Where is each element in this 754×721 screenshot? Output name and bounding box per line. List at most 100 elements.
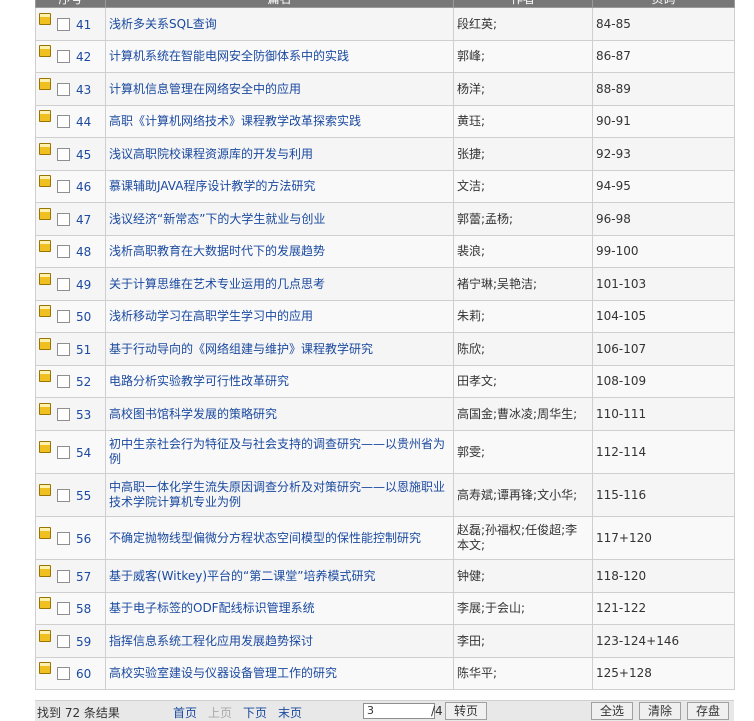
row-number: 56 bbox=[76, 531, 92, 546]
page-number-input[interactable]: 3 bbox=[363, 703, 435, 719]
row-author-cell: 高寿斌;谭再锋;文小华; bbox=[453, 473, 593, 517]
article-title-link[interactable]: 浅议高职院校课程资源库的开发与利用 bbox=[109, 147, 313, 161]
article-title-link[interactable]: 基于行动导向的《网络组建与维护》课程教学研究 bbox=[109, 342, 373, 356]
article-title-link[interactable]: 基于电子标签的ODF配线标识管理系统 bbox=[109, 601, 315, 615]
row-index-cell: 56 bbox=[35, 516, 106, 560]
row-index-cell: 41 bbox=[35, 7, 106, 41]
document-icon[interactable] bbox=[39, 77, 51, 90]
row-number: 44 bbox=[76, 115, 92, 129]
document-icon[interactable] bbox=[39, 526, 51, 539]
document-icon[interactable] bbox=[39, 483, 51, 496]
row-checkbox[interactable] bbox=[57, 115, 70, 128]
row-checkbox[interactable] bbox=[57, 569, 70, 583]
row-index-cell: 50 bbox=[35, 300, 106, 333]
row-checkbox[interactable] bbox=[57, 212, 70, 226]
row-checkbox[interactable] bbox=[57, 667, 70, 680]
row-author-cell: 黄珏; bbox=[453, 105, 593, 138]
row-pages-cell: 94-95 bbox=[592, 170, 735, 203]
row-checkbox[interactable] bbox=[57, 147, 70, 161]
row-number: 53 bbox=[76, 407, 92, 422]
article-title-link[interactable]: 电路分析实验教学可行性改革研究 bbox=[109, 374, 289, 388]
row-author-cell: 陈华平; bbox=[453, 657, 593, 690]
article-title-link[interactable]: 计算机信息管理在网络安全中的应用 bbox=[109, 82, 301, 96]
article-title-link[interactable]: 慕课辅助JAVA程序设计教学的方法研究 bbox=[109, 179, 315, 193]
article-title-link[interactable]: 不确定抛物线型偏微分方程状态空间模型的保性能控制研究 bbox=[109, 531, 421, 545]
article-title-link[interactable]: 浅析移动学习在高职学生学习中的应用 bbox=[109, 309, 313, 323]
select-all-button[interactable]: 全选 bbox=[591, 702, 634, 720]
article-title-link[interactable]: 浅析高职教育在大数据时代下的发展趋势 bbox=[109, 244, 325, 258]
document-icon[interactable] bbox=[39, 207, 51, 220]
document-icon[interactable] bbox=[39, 305, 51, 317]
article-title-link[interactable]: 高校图书馆科学发展的策略研究 bbox=[109, 407, 277, 421]
row-author-cell: 钟健; bbox=[453, 559, 593, 593]
article-title-link[interactable]: 高校实验室建设与仪器设备管理工作的研究 bbox=[109, 666, 337, 680]
row-checkbox[interactable] bbox=[57, 310, 70, 323]
row-number: 50 bbox=[76, 310, 92, 324]
row-author-cell: 赵磊;孙福权;任俊超;李本文; bbox=[453, 516, 593, 560]
save-button[interactable]: 存盘 bbox=[687, 702, 730, 720]
row-number: 60 bbox=[76, 667, 92, 681]
row-checkbox[interactable] bbox=[57, 445, 70, 459]
table-row: 42 计算机系统在智能电网安全防御体系中的实践 郭峰; 86-87 bbox=[35, 40, 735, 73]
row-pages-cell: 90-91 bbox=[592, 105, 735, 138]
row-index-cell: 48 bbox=[35, 235, 106, 268]
document-icon[interactable] bbox=[39, 440, 51, 453]
row-title-cell: 基于电子标签的ODF配线标识管理系统 bbox=[105, 592, 454, 625]
row-checkbox[interactable] bbox=[57, 82, 70, 96]
row-checkbox[interactable] bbox=[57, 342, 70, 356]
row-checkbox[interactable] bbox=[57, 245, 70, 258]
document-icon[interactable] bbox=[39, 45, 51, 57]
go-page-button[interactable]: 转页 bbox=[445, 702, 488, 720]
row-title-cell: 计算机系统在智能电网安全防御体系中的实践 bbox=[105, 40, 454, 73]
row-checkbox[interactable] bbox=[57, 488, 70, 502]
document-icon[interactable] bbox=[39, 629, 51, 642]
row-checkbox[interactable] bbox=[57, 277, 70, 291]
row-checkbox[interactable] bbox=[57, 180, 70, 193]
row-checkbox[interactable] bbox=[57, 17, 70, 31]
document-icon[interactable] bbox=[39, 597, 51, 609]
article-title-link[interactable]: 基于威客(Witkey)平台的“第二课堂”培养模式研究 bbox=[109, 569, 375, 583]
document-icon[interactable] bbox=[39, 337, 51, 350]
row-number: 58 bbox=[76, 602, 92, 616]
table-row: 58 基于电子标签的ODF配线标识管理系统 李展;于会山; 121-122 bbox=[35, 592, 735, 625]
article-title-link[interactable]: 计算机系统在智能电网安全防御体系中的实践 bbox=[109, 49, 349, 63]
row-title-cell: 关于计算思维在艺术专业运用的几点思考 bbox=[105, 267, 454, 301]
row-number: 46 bbox=[76, 180, 92, 194]
article-title-link[interactable]: 中高职一体化学生流失原因调查分析及对策研究——以恩施职业技术学院计算机专业为例 bbox=[109, 480, 445, 509]
row-checkbox[interactable] bbox=[57, 602, 70, 615]
row-checkbox[interactable] bbox=[57, 531, 70, 545]
document-icon[interactable] bbox=[39, 240, 51, 252]
article-title-link[interactable]: 初中生亲社会行为特征及与社会支持的调查研究——以贵州省为例 bbox=[109, 437, 445, 466]
article-title-link[interactable]: 关于计算思维在艺术专业运用的几点思考 bbox=[109, 277, 325, 291]
table-row: 59 指挥信息系统工程化应用发展趋势探讨 李田; 123-124+146 bbox=[35, 624, 735, 658]
row-checkbox[interactable] bbox=[57, 50, 70, 63]
document-icon[interactable] bbox=[39, 12, 51, 25]
row-index-cell: 52 bbox=[35, 365, 106, 398]
row-author-cell: 郭峰; bbox=[453, 40, 593, 73]
row-checkbox[interactable] bbox=[57, 634, 70, 648]
article-title-link[interactable]: 浅析多关系SQL查询 bbox=[109, 17, 217, 31]
row-author-cell: 杨洋; bbox=[453, 72, 593, 106]
row-number: 57 bbox=[76, 569, 92, 584]
article-title-link[interactable]: 高职《计算机网络技术》课程教学改革探索实践 bbox=[109, 114, 361, 128]
table-row: 49 关于计算思维在艺术专业运用的几点思考 褚宁琳;吴艳洁; 101-103 bbox=[35, 267, 735, 301]
row-title-cell: 不确定抛物线型偏微分方程状态空间模型的保性能控制研究 bbox=[105, 516, 454, 560]
document-icon[interactable] bbox=[39, 402, 51, 415]
article-title-link[interactable]: 指挥信息系统工程化应用发展趋势探讨 bbox=[109, 634, 313, 648]
row-checkbox[interactable] bbox=[57, 407, 70, 421]
document-icon[interactable] bbox=[39, 370, 51, 382]
clear-button[interactable]: 清除 bbox=[639, 702, 682, 720]
document-icon[interactable] bbox=[39, 564, 51, 577]
row-checkbox[interactable] bbox=[57, 375, 70, 388]
document-icon[interactable] bbox=[39, 142, 51, 155]
document-icon[interactable] bbox=[39, 272, 51, 285]
row-pages-cell: 88-89 bbox=[592, 72, 735, 106]
row-index-cell: 49 bbox=[35, 267, 106, 301]
row-index-cell: 53 bbox=[35, 397, 106, 431]
document-icon[interactable] bbox=[39, 110, 51, 122]
document-icon[interactable] bbox=[39, 662, 51, 674]
article-title-link[interactable]: 浅议经济“新常态”下的大学生就业与创业 bbox=[109, 212, 325, 226]
row-pages-cell: 118-120 bbox=[592, 559, 735, 593]
row-author-cell: 李展;于会山; bbox=[453, 592, 593, 625]
document-icon[interactable] bbox=[39, 175, 51, 187]
